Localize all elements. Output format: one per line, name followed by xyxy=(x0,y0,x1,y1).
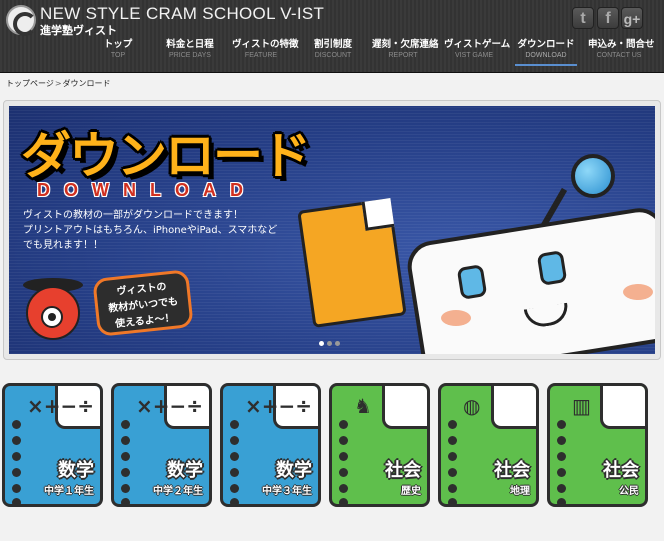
hero-title: ダウンロード xyxy=(21,127,311,185)
download-cards: ×+−÷ 数学 中学１年生 ×+−÷ 数学 中学２年生 ×+−÷ 数学 中学３年… xyxy=(0,383,664,513)
download-card-social-geography[interactable]: ◍ 社会 地理 xyxy=(438,383,539,507)
site-subtitle[interactable]: 進学塾ヴィスト xyxy=(40,22,117,38)
site-header: NEW STYLE CRAM SCHOOL V-IST 進学塾ヴィスト t f … xyxy=(0,0,664,73)
nav-sublabel: REPORT xyxy=(388,52,418,59)
twitter-icon[interactable]: t xyxy=(572,7,594,29)
nav-label: 遅刻・欠席連絡 xyxy=(372,39,439,50)
nav-label: ダウンロード xyxy=(517,39,575,50)
binder-holes-icon xyxy=(230,420,242,504)
card-grade: 中学１年生 xyxy=(44,486,94,497)
globe-icon: ◍ xyxy=(463,394,481,418)
binder-holes-icon xyxy=(448,420,460,504)
download-card-math-3[interactable]: ×+−÷ 数学 中学３年生 xyxy=(220,383,321,507)
card-grade: 中学３年生 xyxy=(262,486,312,497)
page-fold-icon xyxy=(600,386,645,429)
card-grade: 歴史 xyxy=(401,486,421,497)
page-fold-icon xyxy=(382,386,427,429)
card-grade: 中学２年生 xyxy=(153,486,203,497)
pager-dot[interactable] xyxy=(319,341,324,346)
card-subject: 社会 xyxy=(603,460,639,481)
robot-mascot-icon xyxy=(403,204,655,354)
math-symbols-icon: ×+−÷ xyxy=(27,394,95,418)
hero-text-line: プリントアウトはもちろん、iPhoneやiPad、スマホなどでも見れます！！ xyxy=(23,225,278,251)
breadcrumb: トップページ>ダウンロード xyxy=(6,78,111,89)
card-subject: 数学 xyxy=(276,460,312,481)
card-grade: 公民 xyxy=(619,486,639,497)
mascot-eye-icon xyxy=(41,306,63,328)
school-logo-icon[interactable] xyxy=(6,5,37,36)
binder-holes-icon xyxy=(339,420,351,504)
nav-sublabel: FEATURE xyxy=(244,52,278,59)
breadcrumb-home-link[interactable]: トップページ xyxy=(6,79,54,88)
pager-dot[interactable] xyxy=(327,341,332,346)
nav-item-discount[interactable]: 割引制度 DISCOUNT xyxy=(313,38,353,66)
robot-cheek-icon xyxy=(623,284,653,300)
breadcrumb-current: ダウンロード xyxy=(62,79,111,88)
robot-cheek-icon xyxy=(441,310,471,326)
robot-eye-icon xyxy=(536,250,568,286)
facebook-icon[interactable]: f xyxy=(597,7,619,29)
pager-dot[interactable] xyxy=(335,341,340,346)
card-grade: 地理 xyxy=(510,486,530,497)
nav-item-game[interactable]: ヴィストゲーム VIST GAME xyxy=(444,38,511,66)
hero-text-line: ヴィストの教材の一部がダウンロードできます！ xyxy=(23,210,243,221)
card-subject: 数学 xyxy=(167,460,203,481)
card-subject: 数学 xyxy=(58,460,94,481)
nav-item-download[interactable]: ダウンロード DOWNLOAD xyxy=(515,38,577,66)
hero-slide: ダウンロード DOWNLOAD ヴィストの教材の一部がダウンロードできます！ プ… xyxy=(9,106,655,354)
nav-item-price[interactable]: 料金と日程 PRICE DAYS xyxy=(166,38,214,66)
card-subject: 社会 xyxy=(385,460,421,481)
hero-slider[interactable]: ダウンロード DOWNLOAD ヴィストの教材の一部がダウンロードできます！ プ… xyxy=(3,100,661,360)
document-illustration-icon xyxy=(297,198,407,328)
nav-label: 料金と日程 xyxy=(166,39,214,50)
nav-sublabel: PRICE DAYS xyxy=(169,52,211,59)
download-card-social-history[interactable]: ♞ 社会 歴史 xyxy=(329,383,430,507)
samurai-statue-icon: ♞ xyxy=(354,394,372,418)
robot-antenna-ball-icon xyxy=(571,154,615,198)
nav-label: 割引制度 xyxy=(313,39,352,50)
nav-sublabel: CONTACT US xyxy=(596,52,642,59)
nav-item-contact[interactable]: 申込み・問合せ CONTACT US xyxy=(588,38,655,66)
nav-label: ヴィストゲーム xyxy=(444,39,511,50)
binder-holes-icon xyxy=(12,420,24,504)
math-symbols-icon: ×+−÷ xyxy=(136,394,204,418)
robot-eye-icon xyxy=(456,264,488,300)
download-card-math-2[interactable]: ×+−÷ 数学 中学２年生 xyxy=(111,383,212,507)
nav-label: 申込み・問合せ xyxy=(588,39,655,50)
binder-holes-icon xyxy=(557,420,569,504)
speech-bubble: ヴィストの 教材がいつでも 使えるよ～！ xyxy=(92,269,194,337)
page-fold-icon xyxy=(491,386,536,429)
nav-item-top[interactable]: トップ TOP xyxy=(103,38,133,66)
site-title[interactable]: NEW STYLE CRAM SCHOOL V-IST xyxy=(40,4,324,24)
nav-sublabel: DISCOUNT xyxy=(314,52,352,59)
download-card-social-civics[interactable]: ▥ 社会 公民 xyxy=(547,383,648,507)
card-subject: 社会 xyxy=(494,460,530,481)
breadcrumb-separator: > xyxy=(54,79,62,88)
hero-description: ヴィストの教材の一部がダウンロードできます！ プリントアウトはもちろん、iPho… xyxy=(23,208,285,253)
hero-subtitle: DOWNLOAD xyxy=(37,180,257,200)
nav-sublabel: TOP xyxy=(110,52,126,59)
nav-label: ヴィストの特徴 xyxy=(232,39,299,50)
nav-item-report[interactable]: 遅刻・欠席連絡 REPORT xyxy=(372,38,439,66)
main-nav: トップ TOP 料金と日程 PRICE DAYS ヴィストの特徴 FEATURE… xyxy=(0,38,664,70)
nav-label: トップ xyxy=(103,39,133,50)
slider-pager xyxy=(319,341,349,349)
nav-item-feature[interactable]: ヴィストの特徴 FEATURE xyxy=(232,38,299,66)
nav-sublabel: DOWNLOAD xyxy=(525,52,567,59)
diet-building-icon: ▥ xyxy=(572,394,591,418)
googleplus-icon[interactable]: g+ xyxy=(621,7,643,29)
binder-holes-icon xyxy=(121,420,133,504)
math-symbols-icon: ×+−÷ xyxy=(245,394,313,418)
nav-sublabel: VIST GAME xyxy=(455,52,493,59)
download-card-math-1[interactable]: ×+−÷ 数学 中学１年生 xyxy=(2,383,103,507)
